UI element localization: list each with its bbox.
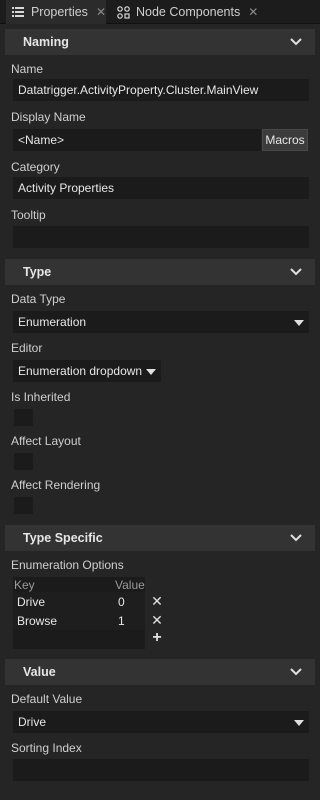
affect-layout-label: Affect Layout [11,434,81,448]
close-icon[interactable]: ✕ [96,5,106,19]
tab-node-components[interactable]: Node Components ✕ [112,0,264,24]
is-inherited-checkbox[interactable] [14,409,33,426]
dropdown-arrow-icon [294,320,304,326]
chevron-down-icon [290,668,302,676]
is-inherited-label: Is Inherited [11,390,71,404]
list-icon [12,5,25,19]
nodes-icon [116,5,130,19]
tab-node-components-label: Node Components [136,5,241,19]
name-label: Name [11,62,44,76]
enum-key-cell[interactable]: Drive [17,595,45,609]
editor-label: Editor [11,341,43,355]
dropdown-arrow-icon [294,720,304,726]
enum-value-cell[interactable]: 0 [118,595,125,609]
data-type-dropdown[interactable]: Enumeration [13,311,309,333]
chevron-down-icon [290,38,302,46]
data-type-label: Data Type [11,292,66,306]
section-type-specific-header[interactable]: Type Specific [5,525,315,551]
tab-properties-label: Properties [30,5,88,19]
default-value-label: Default Value [11,692,83,706]
remove-row-icon[interactable]: ✕ [150,612,164,628]
category-label: Category [11,160,60,174]
key-column-header: Key [14,578,35,592]
section-value-header[interactable]: Value [5,659,315,685]
dropdown-arrow-icon [146,369,156,375]
tab-bar: Properties ✕ Node Components ✕ [0,0,320,24]
chevron-down-icon [290,268,302,276]
affect-rendering-checkbox[interactable] [14,497,33,514]
tooltip-field[interactable] [13,226,309,248]
default-value: Drive [18,715,47,729]
enum-key-cell[interactable]: Browse [17,614,57,628]
sorting-index-label: Sorting Index [11,741,82,755]
section-title: Value [23,665,56,679]
remove-row-icon[interactable]: ✕ [150,593,164,609]
section-title: Type [23,265,52,279]
affect-layout-checkbox[interactable] [14,453,33,470]
close-icon[interactable]: ✕ [248,5,258,19]
affect-rendering-label: Affect Rendering [11,478,101,492]
add-row-icon[interactable]: + [150,629,164,646]
value-column-header: Value [115,578,145,592]
section-title: Naming [23,35,69,49]
default-value-dropdown[interactable]: Drive [13,711,309,733]
enum-options-label: Enumeration Options [11,558,124,572]
tooltip-label: Tooltip [11,208,46,222]
category-field[interactable]: Activity Properties [13,177,309,199]
editor-dropdown[interactable]: Enumeration dropdown [13,360,161,382]
editor-value: Enumeration dropdown [18,364,143,378]
macros-button[interactable]: Macros [262,129,308,151]
chevron-down-icon [290,534,302,542]
section-naming-header[interactable]: Naming [5,29,315,55]
display-name-field[interactable]: <Name> [13,129,261,151]
data-type-value: Enumeration [18,315,87,329]
display-name-label: Display Name [11,110,86,124]
tab-properties[interactable]: Properties ✕ [6,0,106,24]
sorting-index-field[interactable] [13,759,309,781]
section-type-header[interactable]: Type [5,259,315,285]
section-title: Type Specific [23,531,103,545]
name-field[interactable]: Datatrigger.ActivityProperty.Cluster.Mai… [13,79,309,101]
enum-value-cell[interactable]: 1 [118,614,125,628]
